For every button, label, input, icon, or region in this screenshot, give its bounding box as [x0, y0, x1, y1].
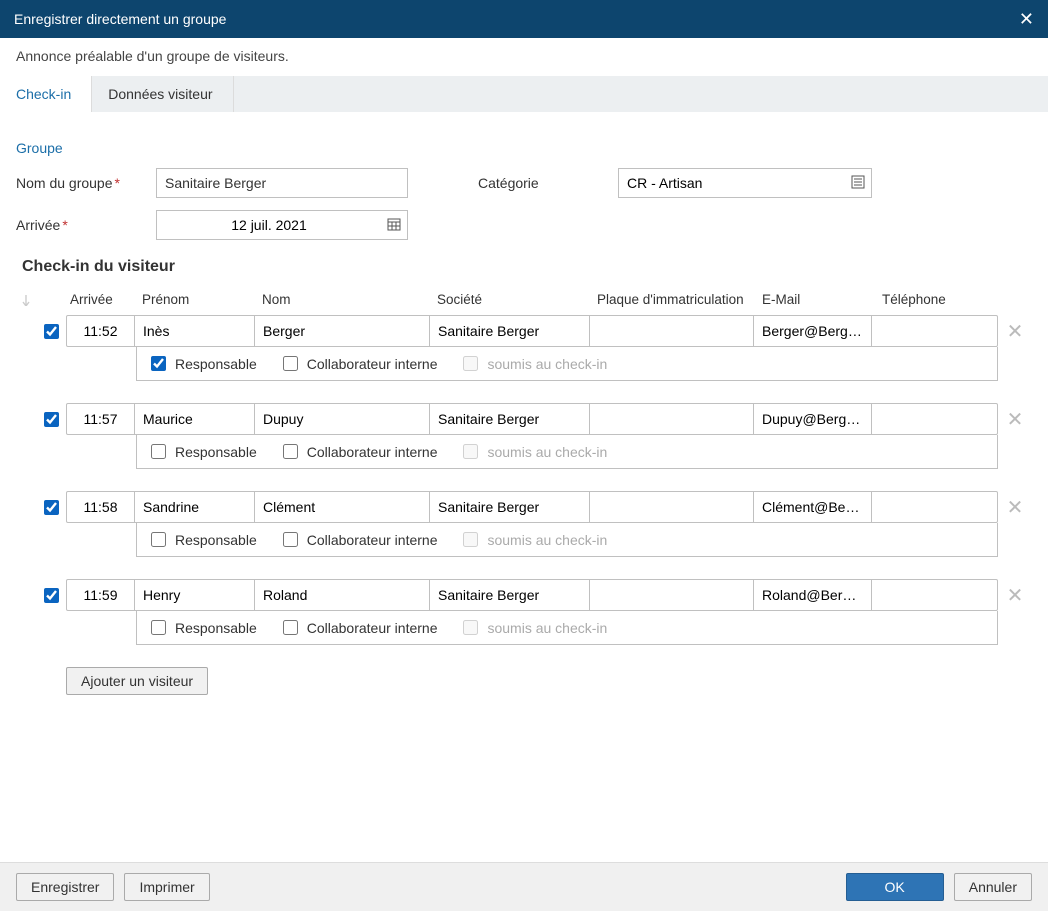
- internal-checkbox[interactable]: [283, 532, 298, 547]
- calendar-icon[interactable]: [381, 217, 407, 234]
- delete-row-icon[interactable]: ✕: [998, 315, 1032, 347]
- category-input[interactable]: [618, 168, 872, 198]
- visitor-table-header: Arrivée Prénom Nom Société Plaque d'imma…: [16, 286, 1032, 315]
- subject-flag: soumis au check-in: [459, 353, 607, 374]
- add-visitor-button[interactable]: Ajouter un visiteur: [66, 667, 208, 695]
- arrival-label: Arrivée*: [16, 217, 156, 233]
- col-company[interactable]: Société: [431, 292, 591, 307]
- internal-flag[interactable]: Collaborateur interne: [279, 617, 438, 638]
- footer: Enregistrer Imprimer OK Annuler: [0, 862, 1048, 911]
- responsible-flag[interactable]: Responsable: [147, 353, 257, 374]
- visitor-plate-input[interactable]: [590, 493, 753, 521]
- visitor-select-checkbox[interactable]: [44, 500, 59, 515]
- visitor-phone-input[interactable]: [872, 317, 997, 345]
- visitor-phone-input[interactable]: [872, 405, 997, 433]
- internal-flag[interactable]: Collaborateur interne: [279, 353, 438, 374]
- col-phone[interactable]: Téléphone: [876, 292, 996, 307]
- arrival-date-input[interactable]: [156, 210, 408, 240]
- group-section-title: Groupe: [16, 130, 1032, 168]
- group-name-label: Nom du groupe*: [16, 175, 156, 191]
- responsible-checkbox[interactable]: [151, 620, 166, 635]
- tabs: Check-in Données visiteur: [0, 76, 1048, 112]
- category-value[interactable]: [619, 170, 845, 196]
- responsible-checkbox[interactable]: [151, 444, 166, 459]
- col-plate[interactable]: Plaque d'immatriculation: [591, 292, 756, 307]
- visitor-arrival-input[interactable]: [67, 493, 134, 521]
- visitor-select-checkbox[interactable]: [44, 588, 59, 603]
- internal-flag[interactable]: Collaborateur interne: [279, 441, 438, 462]
- ok-button[interactable]: OK: [846, 873, 944, 901]
- visitor-row: ✕ Responsable Collaborateur interne soum…: [16, 491, 1032, 557]
- category-picker-icon[interactable]: [845, 175, 871, 192]
- visitor-email-input[interactable]: [754, 317, 871, 345]
- visitor-phone-input[interactable]: [872, 493, 997, 521]
- internal-checkbox[interactable]: [283, 356, 298, 371]
- tab-checkin[interactable]: Check-in: [0, 76, 92, 112]
- visitor-company-input[interactable]: [430, 493, 589, 521]
- visitor-company-input[interactable]: [430, 581, 589, 609]
- visitor-company-input[interactable]: [430, 405, 589, 433]
- visitor-row: ✕ Responsable Collaborateur interne soum…: [16, 403, 1032, 469]
- subject-flag: soumis au check-in: [459, 441, 607, 462]
- delete-row-icon[interactable]: ✕: [998, 491, 1032, 523]
- internal-checkbox[interactable]: [283, 620, 298, 635]
- visitor-arrival-input[interactable]: [67, 405, 134, 433]
- sort-icon[interactable]: [16, 294, 36, 306]
- visitor-select-checkbox[interactable]: [44, 412, 59, 427]
- responsible-flag[interactable]: Responsable: [147, 617, 257, 638]
- subject-checkbox: [463, 444, 478, 459]
- visitor-last-name-input[interactable]: [255, 405, 429, 433]
- subject-flag: soumis au check-in: [459, 617, 607, 638]
- visitor-last-name-input[interactable]: [255, 493, 429, 521]
- close-icon[interactable]: ✕: [1019, 10, 1034, 28]
- internal-flag[interactable]: Collaborateur interne: [279, 529, 438, 550]
- visitor-email-input[interactable]: [754, 405, 871, 433]
- responsible-flag[interactable]: Responsable: [147, 441, 257, 462]
- internal-checkbox[interactable]: [283, 444, 298, 459]
- subject-checkbox: [463, 532, 478, 547]
- visitor-select-checkbox[interactable]: [44, 324, 59, 339]
- arrival-date-value[interactable]: [157, 212, 381, 238]
- visitor-checkin-heading: Check-in du visiteur: [22, 258, 1032, 276]
- visitor-row: ✕ Responsable Collaborateur interne soum…: [16, 579, 1032, 645]
- visitor-first-name-input[interactable]: [135, 317, 254, 345]
- visitor-arrival-input[interactable]: [67, 581, 134, 609]
- save-button[interactable]: Enregistrer: [16, 873, 114, 901]
- print-button[interactable]: Imprimer: [124, 873, 209, 901]
- subject-checkbox: [463, 356, 478, 371]
- responsible-flag[interactable]: Responsable: [147, 529, 257, 550]
- visitor-email-input[interactable]: [754, 581, 871, 609]
- visitor-first-name-input[interactable]: [135, 581, 254, 609]
- visitor-plate-input[interactable]: [590, 581, 753, 609]
- visitor-first-name-input[interactable]: [135, 405, 254, 433]
- subject-checkbox: [463, 620, 478, 635]
- visitor-last-name-input[interactable]: [255, 317, 429, 345]
- col-arrival[interactable]: Arrivée: [66, 292, 136, 307]
- tab-visitor-data[interactable]: Données visiteur: [92, 76, 233, 112]
- cancel-button[interactable]: Annuler: [954, 873, 1032, 901]
- col-last-name[interactable]: Nom: [256, 292, 431, 307]
- subtitle: Annonce préalable d'un groupe de visiteu…: [0, 38, 1048, 76]
- responsible-checkbox[interactable]: [151, 532, 166, 547]
- subject-flag: soumis au check-in: [459, 529, 607, 550]
- responsible-checkbox[interactable]: [151, 356, 166, 371]
- delete-row-icon[interactable]: ✕: [998, 403, 1032, 435]
- visitor-plate-input[interactable]: [590, 317, 753, 345]
- category-label: Catégorie: [478, 175, 618, 191]
- titlebar: Enregistrer directement un groupe ✕: [0, 0, 1048, 38]
- visitor-plate-input[interactable]: [590, 405, 753, 433]
- visitor-first-name-input[interactable]: [135, 493, 254, 521]
- window-title: Enregistrer directement un groupe: [14, 11, 226, 27]
- col-first-name[interactable]: Prénom: [136, 292, 256, 307]
- col-email[interactable]: E-Mail: [756, 292, 876, 307]
- visitor-row: ✕ Responsable Collaborateur interne soum…: [16, 315, 1032, 381]
- delete-row-icon[interactable]: ✕: [998, 579, 1032, 611]
- visitor-phone-input[interactable]: [872, 581, 997, 609]
- visitor-email-input[interactable]: [754, 493, 871, 521]
- visitor-arrival-input[interactable]: [67, 317, 134, 345]
- visitor-last-name-input[interactable]: [255, 581, 429, 609]
- visitor-company-input[interactable]: [430, 317, 589, 345]
- group-name-input[interactable]: [156, 168, 408, 198]
